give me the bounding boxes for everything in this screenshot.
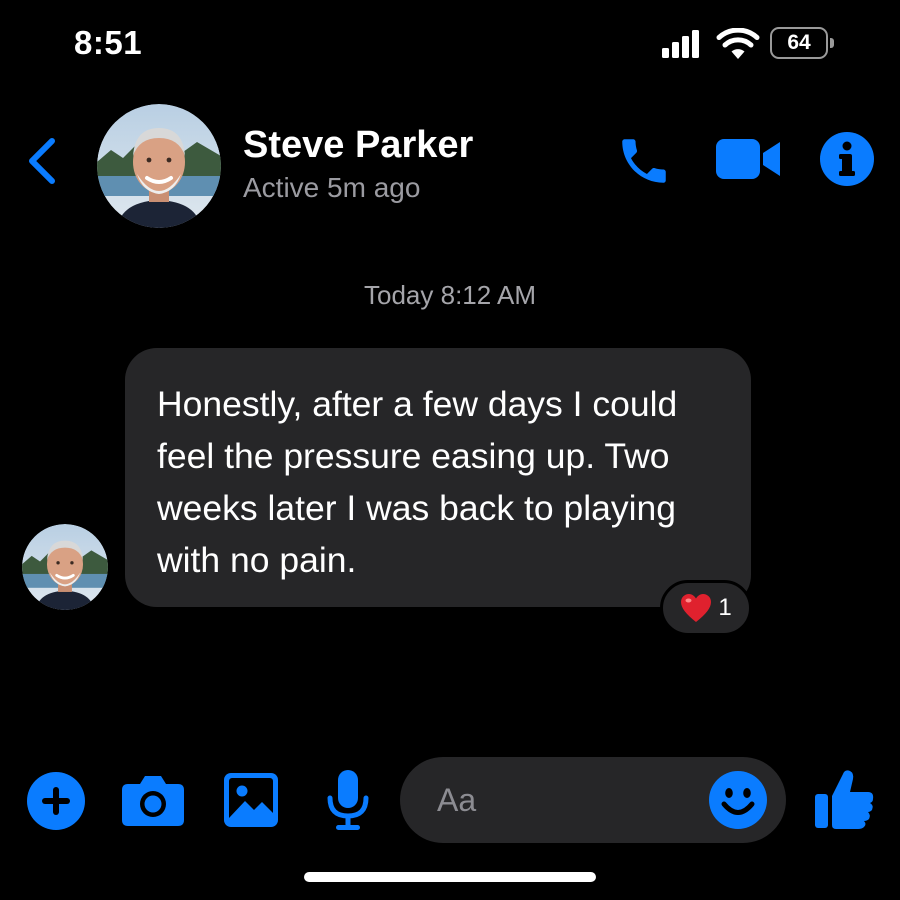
- heart-icon: [681, 594, 712, 622]
- info-icon[interactable]: [820, 132, 874, 186]
- message-input-placeholder[interactable]: Aa: [437, 782, 476, 819]
- plus-icon[interactable]: [27, 772, 85, 830]
- chevron-left-icon[interactable]: [22, 136, 62, 186]
- wifi-icon: [716, 28, 760, 59]
- message-text: Honestly, after a few days I could feel …: [157, 384, 678, 580]
- sender-avatar[interactable]: [22, 524, 108, 610]
- reaction-count: 1: [718, 594, 732, 621]
- image-icon[interactable]: [224, 773, 278, 827]
- cellular-signal-icon: [662, 30, 699, 58]
- message-bubble[interactable]: Honestly, after a few days I could feel …: [125, 348, 751, 607]
- battery-level: 64: [787, 31, 811, 54]
- microphone-icon[interactable]: [327, 770, 369, 832]
- home-indicator[interactable]: [304, 872, 596, 882]
- camera-icon[interactable]: [122, 774, 184, 826]
- status-time: 8:51: [74, 24, 143, 61]
- message-timestamp: Today 8:12 AM: [364, 280, 536, 310]
- smiley-icon[interactable]: [709, 771, 767, 829]
- thumbs-up-icon[interactable]: [813, 768, 875, 830]
- contact-avatar[interactable]: [97, 104, 221, 228]
- contact-name[interactable]: Steve Parker: [243, 124, 473, 167]
- message-reaction[interactable]: 1: [660, 580, 752, 636]
- video-camera-icon[interactable]: [716, 136, 782, 182]
- phone-icon[interactable]: [615, 132, 673, 190]
- battery-indicator: 64: [770, 27, 828, 59]
- battery-cap: [830, 38, 834, 48]
- contact-status: Active 5m ago: [243, 172, 421, 203]
